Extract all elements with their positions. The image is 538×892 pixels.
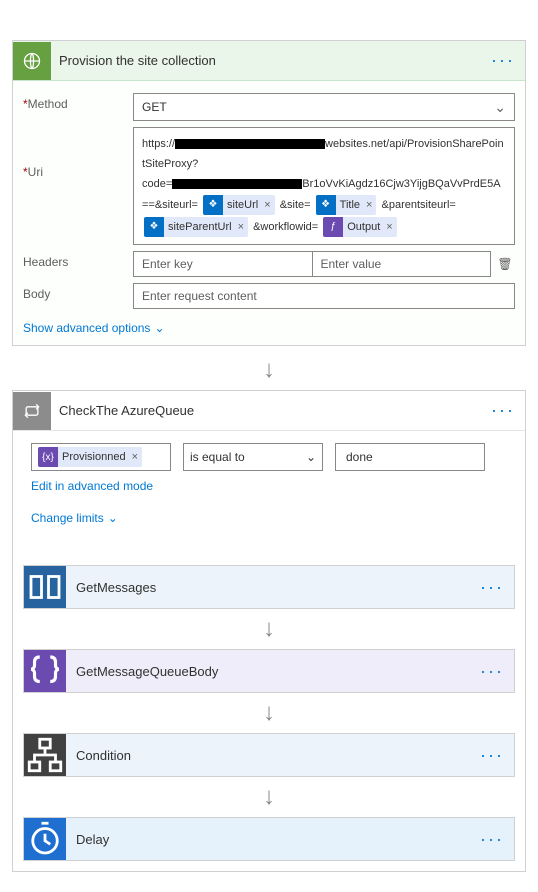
condition-left-input[interactable]: {x} Provisionned × [31, 443, 171, 471]
step-more-button[interactable]: ··· [480, 829, 504, 850]
token-remove-icon[interactable]: × [366, 195, 372, 215]
check-queue-card: CheckThe AzureQueue ··· {x} Provisionned… [12, 390, 526, 872]
step-getmessagequeuebody[interactable]: GetMessageQueueBody ··· [23, 649, 515, 693]
body-input[interactable]: Enter request content [133, 283, 515, 309]
header-value-input[interactable]: Enter value [313, 251, 492, 277]
method-label: *Method [23, 93, 133, 111]
check-queue-more-button[interactable]: ··· [491, 400, 515, 421]
sharepoint-icon: ❖ [316, 195, 336, 215]
steps-container: GetMessages ··· ↓ GetMessageQueueBody ··… [13, 565, 525, 871]
chevron-down-icon: ⌄ [108, 511, 118, 525]
uri-label: *Uri [23, 127, 133, 179]
condition-value-input[interactable]: done [335, 443, 485, 471]
token-remove-icon[interactable]: × [386, 217, 392, 237]
step-more-button[interactable]: ··· [480, 745, 504, 766]
provision-body: *Method GET ⌄ *Uri https://websites.net/… [13, 81, 525, 345]
branch-icon [24, 734, 66, 776]
chevron-down-icon: ⌄ [306, 450, 316, 464]
redacted-text [175, 139, 325, 149]
step-delay[interactable]: Delay ··· [23, 817, 515, 861]
token-provisionned[interactable]: {x} Provisionned × [38, 447, 142, 467]
step-more-button[interactable]: ··· [480, 661, 504, 682]
token-remove-icon[interactable]: × [264, 195, 270, 215]
check-queue-header: CheckThe AzureQueue ··· [13, 391, 525, 431]
uri-input[interactable]: https://websites.net/api/ProvisionShareP… [133, 127, 515, 245]
flow-arrow-icon: ↓ [23, 783, 515, 811]
token-title[interactable]: ❖ Title × [316, 195, 377, 215]
flow-arrow-icon: ↓ [23, 699, 515, 727]
braces-icon [24, 650, 66, 692]
token-siteparenturl[interactable]: ❖ siteParentUrl × [144, 217, 248, 237]
globe-icon [13, 42, 51, 80]
condition-operator-select[interactable]: is equal to ⌄ [183, 443, 323, 471]
step-title: GetMessages [76, 580, 480, 595]
step-more-button[interactable]: ··· [480, 577, 504, 598]
headers-label: Headers [23, 251, 133, 269]
provision-title: Provision the site collection [59, 53, 491, 68]
method-select[interactable]: GET ⌄ [133, 93, 515, 121]
show-advanced-link[interactable]: Show advanced options ⌄ [23, 321, 165, 335]
step-title: Condition [76, 748, 480, 763]
edit-advanced-link[interactable]: Edit in advanced mode [31, 479, 153, 493]
sharepoint-icon: ❖ [144, 217, 164, 237]
chevron-down-icon: ⌄ [494, 99, 506, 116]
check-queue-title: CheckThe AzureQueue [59, 403, 491, 418]
step-title: GetMessageQueueBody [76, 664, 480, 679]
queue-icon [24, 566, 66, 608]
function-icon: ƒ [323, 217, 343, 237]
redacted-text [172, 179, 302, 189]
provision-card: Provision the site collection ··· *Metho… [12, 40, 526, 346]
provision-header: Provision the site collection ··· [13, 41, 525, 81]
method-value: GET [142, 100, 167, 114]
token-siteurl[interactable]: ❖ siteUrl × [203, 195, 275, 215]
body-label: Body [23, 283, 133, 301]
timer-icon [24, 818, 66, 860]
token-output[interactable]: ƒ Output × [323, 217, 396, 237]
sharepoint-icon: ❖ [203, 195, 223, 215]
step-getmessages[interactable]: GetMessages ··· [23, 565, 515, 609]
change-limits-link[interactable]: Change limits ⌄ [31, 511, 118, 525]
loop-icon [13, 392, 51, 430]
chevron-down-icon: ⌄ [154, 321, 164, 335]
delete-header-button[interactable]: 🗑 [495, 257, 515, 271]
token-remove-icon[interactable]: × [238, 217, 244, 237]
flow-arrow-icon: ↓ [12, 356, 526, 384]
step-title: Delay [76, 832, 480, 847]
header-key-input[interactable]: Enter key [133, 251, 313, 277]
variable-icon: {x} [38, 447, 58, 467]
check-queue-body: {x} Provisionned × is equal to ⌄ done Ed… [13, 431, 525, 871]
token-remove-icon[interactable]: × [132, 451, 138, 463]
provision-more-button[interactable]: ··· [491, 50, 515, 71]
flow-arrow-icon: ↓ [23, 615, 515, 643]
